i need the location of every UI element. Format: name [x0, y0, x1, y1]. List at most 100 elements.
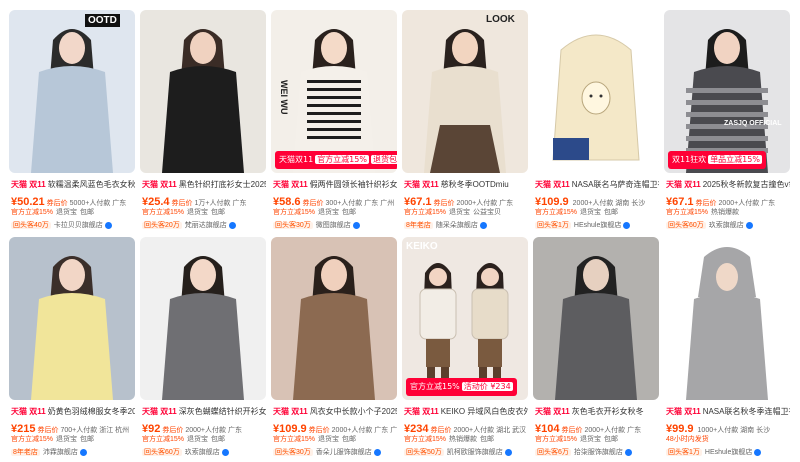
- product-card[interactable]: KEIKO 官方立减15% 活动价 ¥234 天猫 双11 KEIKO 异域风白色皮衣外…: [402, 237, 528, 457]
- shop-row[interactable]: 回头客1万 HEshule旗舰店: [535, 220, 659, 232]
- tmall-tag: 天猫 双11: [666, 180, 701, 189]
- product-title[interactable]: 天猫 双11KEIKO 异域风白色皮衣外套: [404, 405, 528, 418]
- shop-name[interactable]: 玖索旗舰店: [709, 222, 744, 229]
- shop-row[interactable]: 回头客60万 玖索旗舰店: [666, 220, 790, 232]
- product-image[interactable]: ZASJQ OFFICIAL 双11狂欢 单品立减15%: [664, 10, 790, 173]
- product-image[interactable]: [533, 10, 659, 173]
- product-card[interactable]: OOTD 天猫 双11 软糯温柔风蓝色毛衣女秋冬 ¥50.21 券后价 5000+人付款 …: [9, 10, 135, 230]
- sales-location: 700+人付款 浙江 杭州: [60, 427, 130, 433]
- price: ¥50.21: [11, 196, 45, 206]
- product-title[interactable]: 天猫 双11假两件圆领长袖针织衫女秋冬: [273, 178, 397, 191]
- sales-location: 300+人付款 广东 广州: [325, 200, 395, 206]
- shop-name[interactable]: HEshule旗舰店: [705, 449, 752, 456]
- product-image[interactable]: WEI WU 天猫双11官方立减15%退货包邮: [271, 10, 397, 173]
- product-title[interactable]: 天猫 双11 灰色毛衣开衫女秋冬: [535, 405, 659, 418]
- verified-shop-icon: [104, 221, 112, 229]
- product-title[interactable]: 天猫 双11深灰色蝴蝶结针织开衫女秋冬: [142, 405, 266, 418]
- price-row: ¥215 券后价 700+人付款 浙江 杭州: [11, 419, 135, 433]
- product-image[interactable]: [664, 237, 790, 400]
- product-title[interactable]: 天猫 双11NASA联名秋冬季连帽卫衣男女款: [666, 405, 790, 418]
- shop-badge: 回头客50万: [404, 449, 444, 456]
- price-row: ¥104 券后价 2000+人付款 广东: [535, 419, 659, 433]
- product-card[interactable]: ZASJQ OFFICIAL 双11狂欢 单品立减15% 天猫 双11 2025秋冬新款…: [664, 10, 790, 230]
- shop-name[interactable]: 沛霖旗舰店: [43, 449, 78, 456]
- shop-name[interactable]: 卡拉贝贝旗舰店: [54, 222, 103, 229]
- price-row: ¥25.4 券后价 1万+人付款 广东: [142, 192, 266, 206]
- shop-row[interactable]: 回头客30万 香朵儿服饰旗舰店: [273, 447, 397, 459]
- tmall-tag: 天猫 双11: [535, 180, 570, 189]
- price-row: ¥109.9 2000+人付款 湖南 长沙: [535, 192, 659, 206]
- coupon-label: 券后价: [695, 200, 717, 206]
- product-card[interactable]: LOOK 天猫 双11 慈秋冬季OOTDmiu ¥67.1 券后价 2000+人付款 广东…: [402, 10, 528, 230]
- verified-shop-icon: [352, 221, 360, 229]
- product-image[interactable]: [9, 237, 135, 400]
- sales-location: 2000+人付款 广东: [456, 200, 514, 206]
- service-tag: 官方立减15%: [535, 436, 578, 443]
- price-row: ¥92 券后价 2000+人付款 广东: [142, 419, 266, 433]
- product-image[interactable]: KEIKO 官方立减15% 活动价 ¥234: [402, 237, 528, 400]
- product-card[interactable]: 天猫 双11 灰色毛衣开衫女秋冬 ¥104 券后价 2000+人付款 广东官方立减15%…: [533, 237, 659, 457]
- service-tag: 官方立减15%: [11, 209, 54, 216]
- shop-name[interactable]: 香朵儿服饰旗舰店: [316, 449, 372, 456]
- promo-badge: 双11狂欢 单品立减15%: [668, 151, 766, 169]
- shop-row[interactable]: 8年老店 随采朵旗舰店: [404, 220, 528, 232]
- product-image[interactable]: [533, 237, 659, 400]
- product-image[interactable]: [271, 237, 397, 400]
- service-tag: 官方立减15%: [142, 436, 185, 443]
- product-image[interactable]: LOOK: [402, 10, 528, 173]
- service-tag: 包邮: [80, 436, 95, 443]
- image-overlay-text: OOTD: [85, 14, 120, 27]
- shop-badge: 回头客20万: [142, 222, 182, 229]
- shop-name[interactable]: 随采朵旗舰店: [436, 222, 478, 229]
- sales-location: 2000+人付款 广东: [584, 427, 642, 433]
- shop-row[interactable]: 回头客1万 HEshule旗舰店: [666, 447, 790, 459]
- shop-name[interactable]: 凯柯欧服饰旗舰店: [447, 449, 503, 456]
- image-overlay-text: LOOK: [486, 14, 515, 25]
- shop-name[interactable]: 玖索旗舰店: [185, 449, 220, 456]
- image-overlay-text: KEIKO: [406, 241, 438, 252]
- verified-shop-icon: [504, 448, 512, 456]
- product-title[interactable]: 天猫 双11奶黄色羽绒棉服女冬季2025: [11, 405, 135, 418]
- shop-name[interactable]: 拾柒服饰旗舰店: [574, 449, 623, 456]
- shop-row[interactable]: 回头客6万 拾柒服饰旗舰店: [535, 447, 659, 459]
- shop-row[interactable]: 回头客50万 凯柯欧服饰旗舰店: [404, 447, 528, 459]
- product-card[interactable]: 天猫 双11奶黄色羽绒棉服女冬季2025¥215券后价700+人付款 浙江 杭州…: [9, 237, 135, 457]
- product-card[interactable]: 天猫 双11NASA联名乌萨奇连帽卫衣女秋冬¥109.92000+人付款 湖南 …: [533, 10, 659, 230]
- verified-shop-icon: [79, 448, 87, 456]
- product-image[interactable]: [140, 10, 266, 173]
- service-tags: 官方立减15% 热销爆款 包邮: [404, 434, 528, 446]
- product-image[interactable]: [140, 237, 266, 400]
- price: ¥99.9: [666, 423, 694, 433]
- price-row: ¥234 券后价 2000+人付款 湖北 武汉: [404, 419, 528, 433]
- service-tag: 48小时内发货: [666, 436, 709, 443]
- product-image[interactable]: OOTD: [9, 10, 135, 173]
- shop-row[interactable]: 8年老店 沛霖旗舰店: [11, 447, 135, 459]
- product-card[interactable]: WEI WU 天猫双11官方立减15%退货包邮天猫 双11假两件圆领长袖针织衫女秋…: [271, 10, 397, 230]
- coupon-label: 券后价: [162, 427, 184, 433]
- shop-name[interactable]: HEshule旗舰店: [574, 222, 621, 229]
- verified-shop-icon: [479, 221, 487, 229]
- product-card[interactable]: 天猫 双11黑色针织打底衫女士2025秋¥25.4券后价1万+人付款 广东官方立…: [140, 10, 266, 230]
- shop-row[interactable]: 回头客30万 微图旗舰店: [273, 220, 397, 232]
- tmall-tag: 天猫 双11: [11, 407, 46, 416]
- service-tags: 官方立减15% 退货宝 包邮: [11, 207, 135, 219]
- shop-row[interactable]: 回头客40万 卡拉贝贝旗舰店: [11, 220, 135, 232]
- product-title[interactable]: 天猫 双11NASA联名乌萨奇连帽卫衣女秋冬: [535, 178, 659, 191]
- product-title[interactable]: 天猫 双11 慈秋冬季OOTDmiu: [404, 178, 528, 191]
- coupon-label: 券后价: [308, 427, 330, 433]
- product-title[interactable]: 天猫 双11风衣女中长款小个子2025春秋: [273, 405, 397, 418]
- shop-badge: 回头客30万: [273, 222, 313, 229]
- product-title[interactable]: 天猫 双112025秋冬新款复古撞色v领毛: [666, 178, 790, 191]
- coupon-label: 券后价: [302, 200, 324, 206]
- product-card[interactable]: 天猫 双11NASA联名秋冬季连帽卫衣男女款¥99.91000+人付款 湖南 长…: [664, 237, 790, 457]
- shop-name[interactable]: 梵丽达旗舰店: [185, 222, 227, 229]
- product-card[interactable]: 天猫 双11风衣女中长款小个子2025春秋¥109.9券后价2000+人付款 广…: [271, 237, 397, 457]
- product-title[interactable]: 天猫 双11 软糯温柔风蓝色毛衣女秋冬: [11, 178, 135, 191]
- service-tag: 官方立减15%: [666, 209, 709, 216]
- service-tags: 48小时内发货: [666, 434, 790, 446]
- shop-name[interactable]: 微图旗舰店: [316, 222, 351, 229]
- shop-row[interactable]: 回头客60万 玖索旗舰店: [142, 447, 266, 459]
- shop-row[interactable]: 回头客20万 梵丽达旗舰店: [142, 220, 266, 232]
- product-card[interactable]: 天猫 双11深灰色蝴蝶结针织开衫女秋冬¥92券后价2000+人付款 广东官方立减…: [140, 237, 266, 457]
- product-title[interactable]: 天猫 双11黑色针织打底衫女士2025秋: [142, 178, 266, 191]
